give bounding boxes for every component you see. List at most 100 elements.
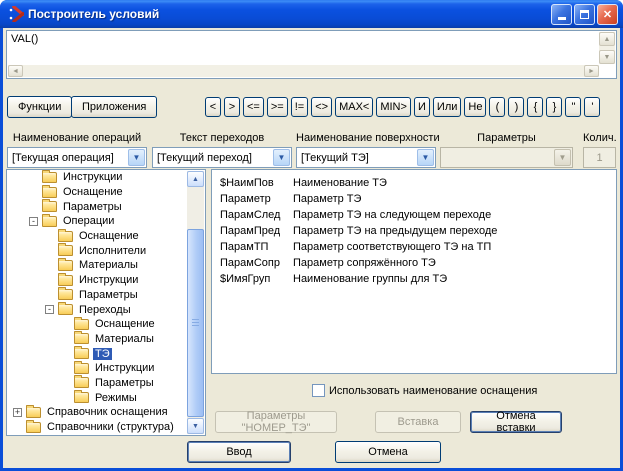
- list-item[interactable]: Параметр Параметр ТЭ: [212, 191, 616, 207]
- tree-item-label[interactable]: Переходы: [77, 304, 133, 316]
- folder-icon: [26, 404, 41, 418]
- cancel-insert-button[interactable]: Отмена вставки: [470, 410, 562, 434]
- tree-item-label[interactable]: Инструкции: [61, 171, 124, 183]
- title-bar[interactable]: Построитель условий ✕: [0, 0, 623, 28]
- close-button[interactable]: ✕: [597, 3, 618, 25]
- operator-button[interactable]: ): [508, 97, 525, 117]
- checkbox-label[interactable]: Использовать наименование оснащения: [329, 385, 537, 397]
- list-item[interactable]: $НаимПов Наименование ТЭ: [212, 175, 616, 191]
- tree-item-label[interactable]: Режимы: [93, 392, 139, 404]
- scroll-up-icon[interactable]: ▲: [599, 32, 615, 46]
- tree-item-label[interactable]: Исполнители: [77, 245, 148, 257]
- ok-button[interactable]: Ввод: [187, 441, 291, 463]
- operations-combobox[interactable]: [Текущая операция] ▼: [7, 147, 147, 168]
- operator-button[interactable]: <: [205, 97, 221, 117]
- tree-item-label[interactable]: Материалы: [77, 259, 140, 271]
- scroll-left-icon[interactable]: ◄: [8, 65, 23, 77]
- tree-item-label[interactable]: Оснащение: [61, 186, 125, 198]
- operator-button[interactable]: ": [565, 97, 582, 117]
- operator-button[interactable]: MAX<: [335, 97, 374, 117]
- expression-editor[interactable]: VAL() ▲ ▼ ◄ ►: [6, 30, 617, 79]
- operator-button[interactable]: >=: [266, 97, 288, 117]
- operator-button[interactable]: И: [413, 97, 430, 117]
- tree-item[interactable]: Переходы: [7, 302, 187, 317]
- operator-button[interactable]: MIN>: [376, 97, 411, 117]
- tree-item[interactable]: Справочник оснащения: [7, 404, 187, 420]
- operator-button[interactable]: Или: [432, 97, 462, 117]
- operator-button[interactable]: !=: [290, 97, 309, 117]
- folder-icon: [58, 228, 73, 242]
- tree-item-label[interactable]: ТЭ: [93, 347, 112, 360]
- tree-item[interactable]: Параметры: [7, 287, 187, 303]
- folder-icon: [26, 419, 41, 433]
- tree-item[interactable]: Параметры: [7, 375, 187, 391]
- chevron-down-icon[interactable]: ▼: [417, 149, 434, 166]
- tree-item[interactable]: Параметры: [7, 199, 187, 214]
- tree-scrollbar[interactable]: ▲ ▼: [187, 171, 204, 434]
- chevron-down-icon[interactable]: ▼: [128, 149, 145, 166]
- maximize-button[interactable]: [574, 3, 595, 25]
- tree-item-label[interactable]: Оснащение: [93, 318, 157, 330]
- operator-button[interactable]: <>: [311, 97, 333, 117]
- tree-item[interactable]: Оснащение: [7, 184, 187, 200]
- tree-item-label[interactable]: Материалы: [93, 333, 156, 345]
- scroll-down-icon[interactable]: ▼: [187, 418, 204, 434]
- tree-expander-icon[interactable]: [13, 407, 22, 417]
- expression-horizontal-scrollbar[interactable]: ◄ ►: [8, 65, 599, 77]
- folder-icon: [42, 184, 57, 198]
- variable-description: Параметр ТЭ: [293, 193, 362, 205]
- close-icon: ✕: [602, 8, 613, 21]
- operator-button[interactable]: >: [224, 97, 240, 117]
- operator-button[interactable]: {: [527, 97, 544, 117]
- tree-item[interactable]: ТЭ: [7, 346, 187, 361]
- tree-item-label[interactable]: Справочники (структура): [45, 421, 176, 433]
- operator-button[interactable]: }: [546, 97, 563, 117]
- list-item[interactable]: ПарамСлед Параметр ТЭ на следующем перех…: [212, 207, 616, 223]
- tree-item[interactable]: Материалы: [7, 331, 187, 347]
- tree-item-label[interactable]: Операции: [61, 215, 116, 227]
- tree-item-label[interactable]: Параметры: [93, 377, 156, 389]
- tree-item[interactable]: Исполнители: [7, 243, 187, 258]
- tree-item[interactable]: Оснащение: [7, 228, 187, 244]
- scroll-right-icon[interactable]: ►: [584, 65, 599, 77]
- tree-item[interactable]: Материалы: [7, 257, 187, 273]
- expression-vertical-scrollbar[interactable]: ▲ ▼: [599, 32, 615, 64]
- tree-item[interactable]: Справочники (структура): [7, 419, 187, 435]
- list-item[interactable]: ПарамПред Параметр ТЭ на предыдущем пере…: [212, 223, 616, 239]
- scroll-up-icon[interactable]: ▲: [187, 171, 204, 187]
- checkbox[interactable]: [312, 384, 325, 397]
- tree-item-label[interactable]: Инструкции: [77, 274, 140, 286]
- applications-button[interactable]: Приложения: [71, 96, 158, 118]
- transitions-combobox[interactable]: [Текущий переход] ▼: [152, 147, 292, 168]
- expression-text[interactable]: VAL(): [8, 32, 598, 64]
- scroll-down-icon[interactable]: ▼: [599, 50, 615, 64]
- list-item[interactable]: $ИмяГруп Наименование группы для ТЭ: [212, 271, 616, 287]
- cancel-button[interactable]: Отмена: [335, 441, 441, 463]
- minimize-button[interactable]: [551, 3, 572, 25]
- tree-item[interactable]: Режимы: [7, 390, 187, 405]
- tree-item-label[interactable]: Оснащение: [77, 230, 141, 242]
- use-tooling-name-checkbox-row[interactable]: Использовать наименование оснащения: [312, 384, 537, 397]
- functions-button[interactable]: Функции: [7, 96, 73, 118]
- tree-item-label[interactable]: Параметры: [61, 201, 124, 213]
- tree-scrollbar-thumb[interactable]: [187, 229, 204, 417]
- list-item[interactable]: ПарамТП Параметр соответствующего ТЭ на …: [212, 239, 616, 255]
- tree-item-label[interactable]: Инструкции: [93, 362, 156, 374]
- tree-item[interactable]: Инструкции: [7, 272, 187, 288]
- list-item[interactable]: ПарамСопр Параметр сопряжённого ТЭ: [212, 255, 616, 271]
- tree-item-label[interactable]: Справочник оснащения: [45, 406, 170, 418]
- tree-item-label[interactable]: Параметры: [77, 289, 140, 301]
- tree-item[interactable]: Инструкции: [7, 360, 187, 376]
- surfaces-combobox[interactable]: [Текущий ТЭ] ▼: [296, 147, 436, 168]
- tree-item[interactable]: Оснащение: [7, 316, 187, 332]
- tree-expander-icon[interactable]: [29, 216, 38, 226]
- operator-button[interactable]: (: [489, 97, 506, 117]
- tree-expander-icon[interactable]: [45, 305, 54, 315]
- tree-item[interactable]: Инструкции: [7, 170, 187, 185]
- operator-button[interactable]: ': [584, 97, 601, 117]
- chevron-down-icon[interactable]: ▼: [273, 149, 290, 166]
- operator-button[interactable]: <=: [243, 97, 264, 117]
- operator-button[interactable]: Не: [464, 97, 487, 117]
- tree-item[interactable]: Операции: [7, 213, 187, 229]
- parameters-label: Параметры: [477, 132, 536, 144]
